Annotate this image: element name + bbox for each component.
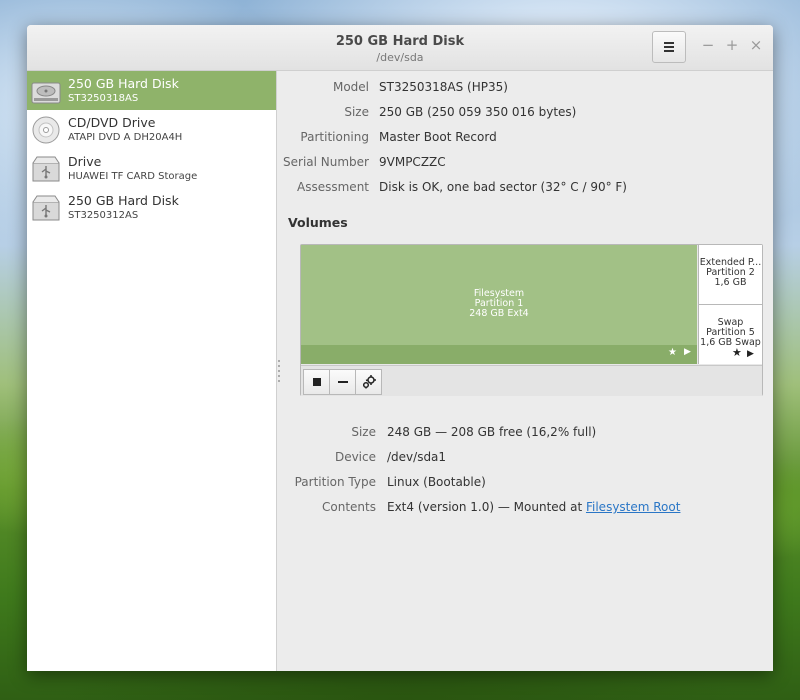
boot-star-icon: ★ bbox=[668, 347, 677, 358]
volume-partition-5[interactable]: Swap Partition 5 1,6 GB Swap ★ ▶ bbox=[698, 305, 762, 364]
disks-window: 250 GB Hard Disk /dev/sda − + × 250 GB H… bbox=[27, 25, 773, 671]
contents-row: Contents Ext4 (version 1.0) — Mounted at… bbox=[277, 500, 773, 518]
drive-name: CD/DVD Drive bbox=[68, 115, 156, 130]
volume-size-label: Size bbox=[351, 425, 376, 439]
title-bar[interactable]: 250 GB Hard Disk /dev/sda − + × bbox=[27, 25, 773, 71]
drive-name: 250 GB Hard Disk bbox=[68, 193, 179, 208]
swap-star-icon: ★ bbox=[732, 346, 742, 359]
model-value: ST3250318AS (HP35) bbox=[379, 80, 508, 94]
hard-disk-icon bbox=[31, 82, 61, 104]
model-row: Model ST3250318AS (HP35) bbox=[277, 80, 773, 98]
drive-item-usb-card[interactable]: Drive HUAWEI TF CARD Storage bbox=[27, 149, 276, 188]
partitioning-value: Master Boot Record bbox=[379, 130, 497, 144]
volume-size-value: 248 GB — 208 GB free (16,2% full) bbox=[387, 425, 597, 439]
partition-type-label: Partition Type bbox=[294, 475, 376, 489]
size-value: 250 GB (250 059 350 016 bytes) bbox=[379, 105, 577, 119]
partition-options-button[interactable] bbox=[355, 369, 382, 395]
minus-icon bbox=[337, 381, 348, 383]
drive-list: 250 GB Hard Disk ST3250318AS CD/DVD Driv… bbox=[27, 71, 277, 671]
contents-value: Ext4 (version 1.0) — Mounted at Filesyst… bbox=[387, 500, 680, 514]
volume-toolbar bbox=[301, 365, 762, 396]
mount-point-link[interactable]: Filesystem Root bbox=[586, 500, 680, 514]
device-row: Device /dev/sda1 bbox=[277, 450, 773, 468]
usb-drive-icon bbox=[32, 195, 60, 221]
partitioning-label: Partitioning bbox=[300, 130, 369, 144]
size-label: Size bbox=[344, 105, 369, 119]
optical-disc-icon bbox=[32, 116, 60, 144]
volume-size: 1,6 GB bbox=[714, 277, 747, 288]
unmount-button[interactable] bbox=[303, 369, 330, 395]
serial-row: Serial Number 9VMPCZZC bbox=[277, 155, 773, 173]
serial-label: Serial Number bbox=[283, 155, 369, 169]
mounted-play-icon: ▶ bbox=[684, 347, 691, 357]
partition-type-row: Partition Type Linux (Bootable) bbox=[277, 475, 773, 493]
assessment-row: Assessment Disk is OK, one bad sector (3… bbox=[277, 180, 773, 198]
drive-detail: ST3250318AS bbox=[68, 93, 139, 104]
assessment-value: Disk is OK, one bad sector (32° C / 90° … bbox=[379, 180, 627, 194]
size-row: Size 250 GB (250 059 350 016 bytes) bbox=[277, 105, 773, 123]
drive-name: Drive bbox=[68, 154, 102, 169]
contents-text: Ext4 (version 1.0) — Mounted at bbox=[387, 500, 586, 514]
stop-icon bbox=[312, 378, 321, 386]
close-button[interactable]: × bbox=[748, 37, 764, 53]
drive-item-250gb-usb[interactable]: 250 GB Hard Disk ST3250312AS bbox=[27, 188, 276, 227]
hamburger-menu-icon bbox=[664, 42, 674, 52]
volume-partition-1-label: Filesystem Partition 1 248 GB Ext4 bbox=[301, 289, 697, 319]
maximize-button[interactable]: + bbox=[724, 37, 740, 53]
volume-map: Filesystem Partition 1 248 GB Ext4 ★ ▶ E… bbox=[300, 244, 763, 396]
serial-value: 9VMPCZZC bbox=[379, 155, 446, 169]
drive-detail: ST3250312AS bbox=[68, 210, 139, 221]
minimize-button[interactable]: − bbox=[700, 37, 716, 53]
model-label: Model bbox=[332, 80, 369, 94]
drive-detail: HUAWEI TF CARD Storage bbox=[68, 171, 198, 182]
device-value: /dev/sda1 bbox=[387, 450, 447, 464]
delete-partition-button[interactable] bbox=[329, 369, 356, 395]
volume-size: 248 GB Ext4 bbox=[469, 308, 529, 319]
volume-status-bar bbox=[301, 345, 697, 364]
drive-name: 250 GB Hard Disk bbox=[68, 76, 179, 91]
assessment-label: Assessment bbox=[297, 180, 369, 194]
drive-item-250gb-sda[interactable]: 250 GB Hard Disk ST3250318AS bbox=[27, 71, 276, 110]
app-menu-button[interactable] bbox=[652, 31, 686, 63]
drive-details-panel: Model ST3250318AS (HP35) Size 250 GB (25… bbox=[277, 71, 773, 671]
partitioning-row: Partitioning Master Boot Record bbox=[277, 130, 773, 148]
usb-drive-icon bbox=[32, 156, 60, 182]
volume-size-row: Size 248 GB — 208 GB free (16,2% full) bbox=[277, 425, 773, 443]
contents-label: Contents bbox=[322, 500, 376, 514]
drive-detail: ATAPI DVD A DH20A4H bbox=[68, 132, 183, 143]
drive-item-cd-dvd[interactable]: CD/DVD Drive ATAPI DVD A DH20A4H bbox=[27, 110, 276, 149]
device-label: Device bbox=[334, 450, 376, 464]
volume-partition-2[interactable]: Extended P... Partition 2 1,6 GB bbox=[698, 245, 762, 305]
gears-icon bbox=[362, 375, 376, 389]
swap-play-icon: ▶ bbox=[747, 349, 754, 359]
partition-type-value: Linux (Bootable) bbox=[387, 475, 486, 489]
volume-size: 1,6 GB Swap bbox=[700, 337, 761, 348]
volume-partition-1[interactable]: Filesystem Partition 1 248 GB Ext4 ★ ▶ bbox=[301, 245, 697, 364]
volumes-heading: Volumes bbox=[288, 215, 348, 230]
